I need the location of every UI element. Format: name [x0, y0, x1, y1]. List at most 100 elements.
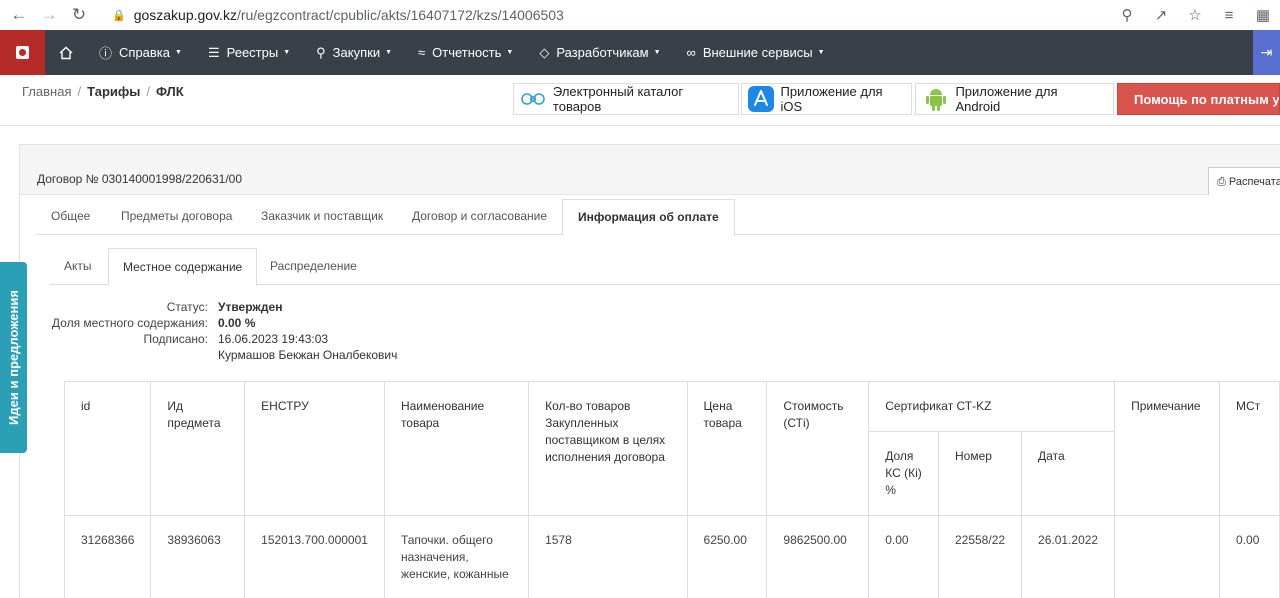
question-circle-icon: ⓘ — [99, 46, 113, 61]
layers-icon: ☰ — [207, 44, 220, 60]
zoom-icon[interactable]: ⚲ — [1110, 6, 1144, 24]
print-button-label: Распечата — [1228, 176, 1280, 188]
cell-cert-number: 22558/22 — [937, 515, 1023, 598]
printer-icon: ⎙ — [1217, 176, 1226, 188]
subtab-local-content[interactable]: Местное содержание — [108, 248, 258, 286]
cell-quantity: 1578 — [528, 515, 688, 598]
cell-ks-share: 0.00 — [868, 515, 939, 598]
android-icon — [922, 86, 949, 112]
table-row: 31268366 38936063 152013.700.000001 Тапо… — [63, 515, 1280, 598]
caret-down-icon: ▼ — [653, 49, 661, 56]
nav-registries-label: Реестры — [226, 45, 279, 60]
col-mst: МСт — [1219, 381, 1280, 516]
paid-services-help-button[interactable]: Помощь по платным усл — [1117, 83, 1280, 115]
col-price: Цена товара — [686, 381, 768, 516]
signed-value: 16.06.2023 19:43:03 — [218, 332, 329, 346]
nav-developers[interactable]: ◇ Разработчикам ▼ — [527, 30, 674, 75]
address-bar[interactable]: goszakup.gov.kz/ru/egzcontract/cpublic/a… — [134, 7, 564, 23]
url-host: goszakup.gov.kz — [133, 7, 237, 23]
catalog-button[interactable]: Электронный каталог товаров — [513, 83, 739, 115]
breadcrumb-current: ФЛК — [156, 84, 184, 99]
breadcrumb: Главная / Тарифы / ФЛК — [22, 84, 184, 99]
local-content-info: Статус: Утвержден Доля местного содержани… — [40, 299, 397, 363]
tab-payment-info[interactable]: Информация об оплате — [562, 199, 735, 236]
signer-name: Курмашов Бекжан Оналбекович — [218, 348, 398, 362]
nav-reports-label: Отчетность — [432, 45, 502, 60]
caret-down-icon: ▼ — [506, 49, 514, 56]
cell-item-id: 38936063 — [150, 515, 246, 598]
divider — [0, 125, 1280, 126]
nav-reports[interactable]: ≈ Отчетность ▼ — [406, 30, 527, 75]
lock-icon[interactable]: 🔒 — [112, 9, 126, 22]
payment-subtabs: Акты Местное содержание Распределение — [50, 248, 1280, 286]
contract-tabs: Общее Предметы договора Заказчик и поста… — [36, 199, 1280, 236]
nav-external-services[interactable]: ∞ Внешние сервисы ▼ — [675, 30, 839, 75]
col-enstru: ЕНСТРУ — [244, 381, 385, 516]
sign-in-icon[interactable]: ⇥ — [1253, 30, 1280, 75]
local-content-table: id Ид предмета ЕНСТРУ Наименование товар… — [63, 381, 1280, 598]
extensions-icon[interactable]: ▦ — [1246, 6, 1280, 24]
ios-app-button-label: Приложение для iOS — [780, 84, 883, 114]
nav-purchases-label: Закупки — [332, 45, 381, 60]
tab-contract-items[interactable]: Предметы договора — [106, 199, 247, 235]
nav-purchases[interactable]: ⚲ Закупки ▼ — [304, 30, 406, 75]
col-quantity: Кол-во товаров Закупленных поставщиком в… — [528, 381, 688, 516]
home-icon[interactable] — [45, 46, 87, 60]
print-button[interactable]: ⎙ Распечата — [1208, 167, 1280, 195]
local-share-value: 0.00 % — [218, 316, 256, 330]
cell-cert-date: 26.01.2022 — [1021, 515, 1116, 598]
android-app-button[interactable]: Приложение для Android — [915, 83, 1114, 115]
subtab-distribution[interactable]: Распределение — [256, 248, 371, 285]
breadcrumb-home[interactable]: Главная — [22, 84, 71, 99]
url-path: /ru/egzcontract/cpublic/akts/16407172/kz… — [236, 7, 564, 23]
search-icon: ⚲ — [316, 44, 326, 60]
android-app-button-label: Приложение для Android — [955, 84, 1058, 114]
cell-id: 31268366 — [63, 515, 152, 598]
breadcrumb-tariffs[interactable]: Тарифы — [87, 84, 140, 99]
site-logo[interactable] — [0, 30, 45, 75]
link-icon: ∞ — [686, 45, 696, 60]
caret-down-icon: ▼ — [817, 49, 825, 56]
subtab-acts[interactable]: Акты — [50, 248, 106, 285]
panel-header: Договор № 030140001998/220631/00 — [20, 145, 1280, 195]
col-cert-number: Номер — [937, 431, 1023, 516]
cell-cost: 9862500.00 — [766, 515, 870, 598]
cell-mst: 0.00 — [1219, 515, 1280, 598]
table-header-row: id Ид предмета ЕНСТРУ Наименование товар… — [63, 381, 1280, 516]
contract-title: Договор № 030140001998/220631/00 — [37, 172, 242, 186]
status-label: Статус: — [166, 300, 208, 314]
nav-help[interactable]: ⓘ Справка ▼ — [87, 30, 196, 75]
catalog-icon — [520, 86, 547, 112]
status-value: Утвержден — [218, 300, 283, 314]
reading-list-icon[interactable]: ≡ — [1212, 7, 1246, 24]
col-note: Примечание — [1114, 381, 1221, 516]
nav-external-services-label: Внешние сервисы — [702, 45, 813, 60]
caret-down-icon: ▼ — [175, 49, 182, 56]
ideas-feedback-tab[interactable]: Идеи и предложения — [0, 262, 27, 453]
caret-down-icon: ▼ — [283, 49, 291, 56]
cell-note — [1114, 515, 1221, 598]
local-share-label: Доля местного содержания: — [51, 316, 208, 330]
col-certificate: Сертификат СТ-KZ — [868, 381, 1116, 432]
nav-registries[interactable]: ☰ Реестры ▼ — [196, 30, 304, 75]
nav-help-label: Справка — [119, 45, 171, 60]
caret-down-icon: ▼ — [385, 49, 393, 56]
ios-app-button[interactable]: Приложение для iOS — [741, 83, 912, 115]
browser-toolbar: ← → ↻ 🔒 goszakup.gov.kz/ru/egzcontract/c… — [0, 0, 1280, 30]
back-icon[interactable]: ← — [8, 4, 30, 26]
cell-price: 6250.00 — [686, 515, 768, 598]
catalog-button-label: Электронный каталог товаров — [552, 84, 684, 114]
col-ks-share: Доля КС (Кі) % — [868, 431, 939, 516]
share-icon[interactable]: ↗ — [1144, 6, 1178, 24]
col-product-name: Наименование товара — [383, 381, 530, 516]
tab-customer-supplier[interactable]: Заказчик и поставщик — [246, 199, 398, 235]
paid-services-help-label: Помощь по платным усл — [1134, 91, 1280, 107]
app-store-icon — [748, 86, 775, 112]
forward-icon[interactable]: → — [38, 4, 60, 26]
cell-product-name: Тапочки. общего назначения, женские, кож… — [383, 515, 530, 598]
reload-icon[interactable]: ↻ — [68, 4, 90, 26]
bookmark-star-icon[interactable]: ☆ — [1178, 6, 1212, 24]
tab-general[interactable]: Общее — [36, 199, 105, 235]
col-id: id — [63, 381, 152, 516]
tab-contract-approval[interactable]: Договор и согласование — [397, 199, 562, 235]
